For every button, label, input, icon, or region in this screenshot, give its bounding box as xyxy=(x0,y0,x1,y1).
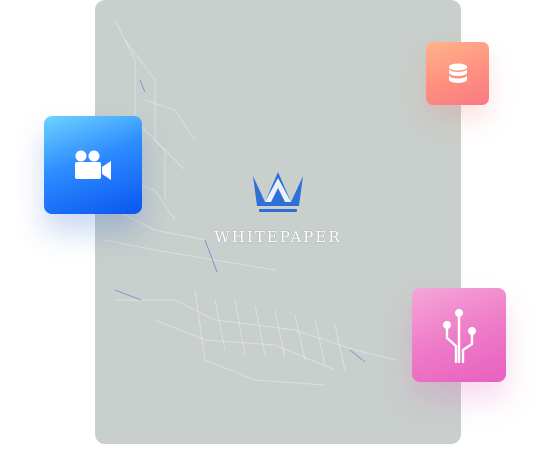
brand-logo: WHITEPAPER xyxy=(95,166,461,246)
video-camera-icon xyxy=(75,150,111,180)
database-icon xyxy=(448,63,467,83)
video-tile[interactable] xyxy=(44,116,142,214)
circuit-tile[interactable] xyxy=(412,288,506,382)
crown-icon xyxy=(253,172,303,212)
whitepaper-cover[interactable]: WHITEPAPER xyxy=(95,0,461,444)
brand-name: WHITEPAPER xyxy=(214,228,342,246)
database-tile[interactable] xyxy=(426,42,489,105)
whitepaper-illustration: WHITEPAPER xyxy=(0,0,540,459)
circuit-icon xyxy=(443,309,476,364)
